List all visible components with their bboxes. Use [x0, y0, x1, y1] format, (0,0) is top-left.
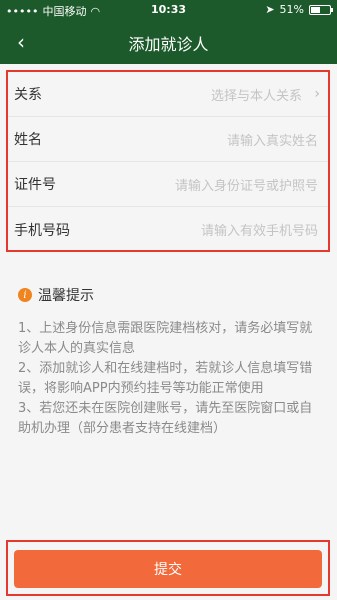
phone-field[interactable]: 手机号码 请输入有效手机号码	[8, 207, 328, 252]
tip-line: 2、添加就诊人和在线建档时，若就诊人信息填写错误，将影响APP内预约挂号等功能正…	[18, 361, 313, 396]
info-icon: i	[18, 288, 32, 302]
tip-line: 3、若您还未在医院创建账号，请先至医院窗口或自助机办理（部分患者支持在线建档）	[18, 401, 313, 436]
submit-area: 提交	[6, 540, 330, 596]
name-field[interactable]: 姓名 请输入真实姓名	[8, 117, 328, 162]
page-title: 添加就诊人	[128, 35, 209, 54]
relation-label: 关系	[14, 87, 42, 103]
chevron-right-icon: ›	[314, 86, 320, 102]
name-label: 姓名	[14, 132, 42, 148]
id-number-label: 证件号	[14, 177, 56, 193]
patient-form: 关系 选择与本人关系 › 姓名 请输入真实姓名 证件号 请输入身份证号或护照号 …	[6, 70, 330, 252]
tips-section: i 温馨提示 1、上述身份信息需跟医院建档核对，请务必填写就诊人本人的真实信息 …	[18, 285, 324, 439]
tip-line: 1、上述身份信息需跟医院建档核对，请务必填写就诊人本人的真实信息	[18, 321, 313, 356]
status-bar: ••••• 中国移动 ◠ 10:33 ➤ 51%	[0, 0, 337, 20]
submit-button[interactable]: 提交	[14, 550, 322, 588]
battery-percent: 51%	[279, 3, 304, 16]
name-placeholder: 请输入真实姓名	[226, 133, 318, 149]
id-number-field[interactable]: 证件号 请输入身份证号或护照号	[8, 162, 328, 207]
location-icon: ➤	[265, 3, 275, 16]
nav-bar: ‹ 添加就诊人	[0, 20, 337, 64]
phone-placeholder: 请输入有效手机号码	[200, 224, 318, 239]
relation-placeholder: 选择与本人关系	[210, 88, 302, 104]
id-number-placeholder: 请输入身份证号或护照号	[174, 178, 318, 194]
relation-field[interactable]: 关系 选择与本人关系 ›	[8, 72, 328, 117]
tips-title: 温馨提示	[38, 288, 94, 304]
phone-label: 手机号码	[14, 222, 70, 239]
battery-icon	[309, 4, 333, 15]
